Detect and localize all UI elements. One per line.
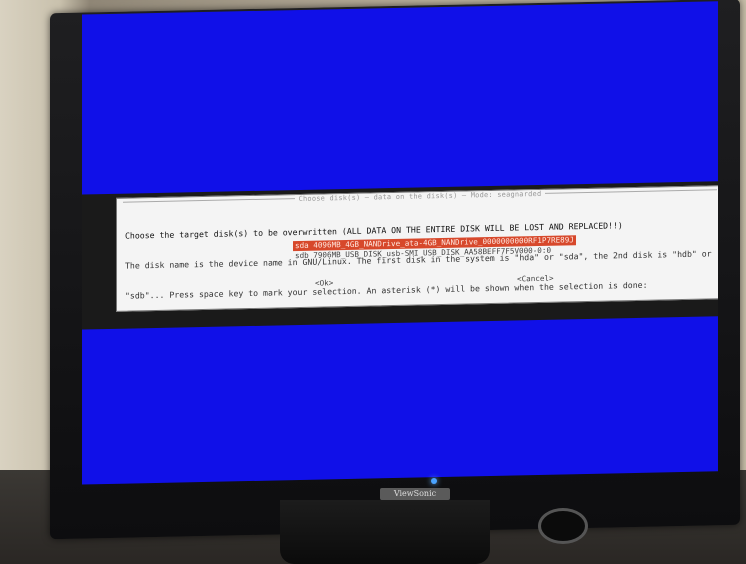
- desk-cable-hole: [538, 508, 588, 544]
- message-line-1: Choose the target disk(s) to be overwrit…: [125, 220, 623, 241]
- cancel-button[interactable]: <Cancel>: [517, 274, 554, 285]
- disk-selection-dialog: Choose disk(s) — data on the disk(s) — M…: [116, 185, 718, 312]
- monitor-stand: [280, 500, 490, 564]
- dialog-message: Choose the target disk(s) to be overwrit…: [125, 198, 717, 320]
- monitor-brand-logo: ViewSonic: [380, 488, 450, 500]
- monitor-bezel: Choose disk(s) — data on the disk(s) — M…: [50, 0, 740, 540]
- screen: Choose disk(s) — data on the disk(s) — M…: [82, 1, 718, 485]
- ok-button[interactable]: <Ok>: [315, 278, 333, 288]
- power-led-icon: [431, 478, 437, 484]
- message-line-3: "sdb"... Press space key to mark your se…: [125, 279, 648, 301]
